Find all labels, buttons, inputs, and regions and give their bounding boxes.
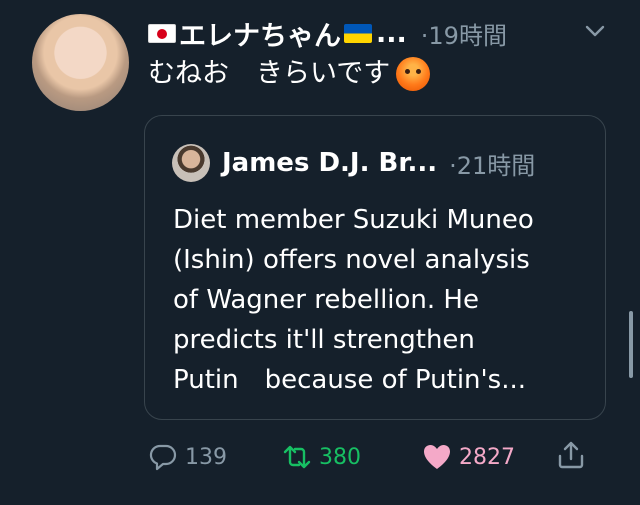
quoted-tweet-timestamp: ·21時間 (449, 151, 536, 180)
angry-face-emoji-icon (396, 57, 431, 91)
heart-icon (424, 445, 450, 469)
quoted-tweet-text: Diet member Suzuki Muneo (Ishin) offers … (173, 200, 603, 400)
share-icon (558, 441, 584, 469)
reply-button[interactable]: 139 (148, 442, 227, 472)
author-name-ellipsis: ... (376, 17, 407, 49)
retweet-count: 380 (319, 444, 361, 470)
quoted-text-line: Putin because of Putin's... (173, 365, 527, 395)
retweet-icon (283, 445, 311, 469)
quoted-tweet-header: James D.J. Br... ·21時間 (222, 146, 535, 180)
japan-flag-icon (148, 23, 176, 43)
tweet-text: むねお きらいです (148, 58, 391, 89)
quoted-text-line: (Ishin) offers novel analysis (173, 245, 530, 275)
quoted-author-name: James D.J. Br... (222, 148, 438, 178)
like-button[interactable]: 2827 (422, 442, 515, 472)
quoted-text-line: of Wagner rebellion. He (173, 285, 479, 315)
reply-count: 139 (185, 444, 227, 470)
quoted-text-line: predicts it'll strengthen (173, 325, 475, 355)
quoted-tweet-card[interactable]: James D.J. Br... ·21時間 Diet member Suzuk… (144, 115, 606, 420)
ukraine-flag-icon (344, 23, 372, 43)
tweet-timestamp[interactable]: ·19時間 (421, 16, 507, 51)
quoted-author-avatar (172, 144, 210, 182)
quoted-text-line: Diet member Suzuki Muneo (173, 205, 534, 235)
tweet-actions-bar: 139 380 2827 (0, 440, 640, 480)
tweet-body: むねお きらいです (148, 56, 431, 92)
author-avatar[interactable] (32, 14, 129, 111)
tweet-header: エレナちゃん ... ·19時間 (148, 14, 507, 53)
chevron-down-icon[interactable] (584, 22, 606, 40)
scrollbar[interactable] (629, 311, 633, 378)
author-name[interactable]: エレナちゃん (179, 14, 341, 53)
reply-icon (149, 444, 177, 471)
share-button[interactable] (556, 440, 593, 470)
like-count: 2827 (459, 444, 515, 470)
retweet-button[interactable]: 380 (282, 442, 361, 472)
